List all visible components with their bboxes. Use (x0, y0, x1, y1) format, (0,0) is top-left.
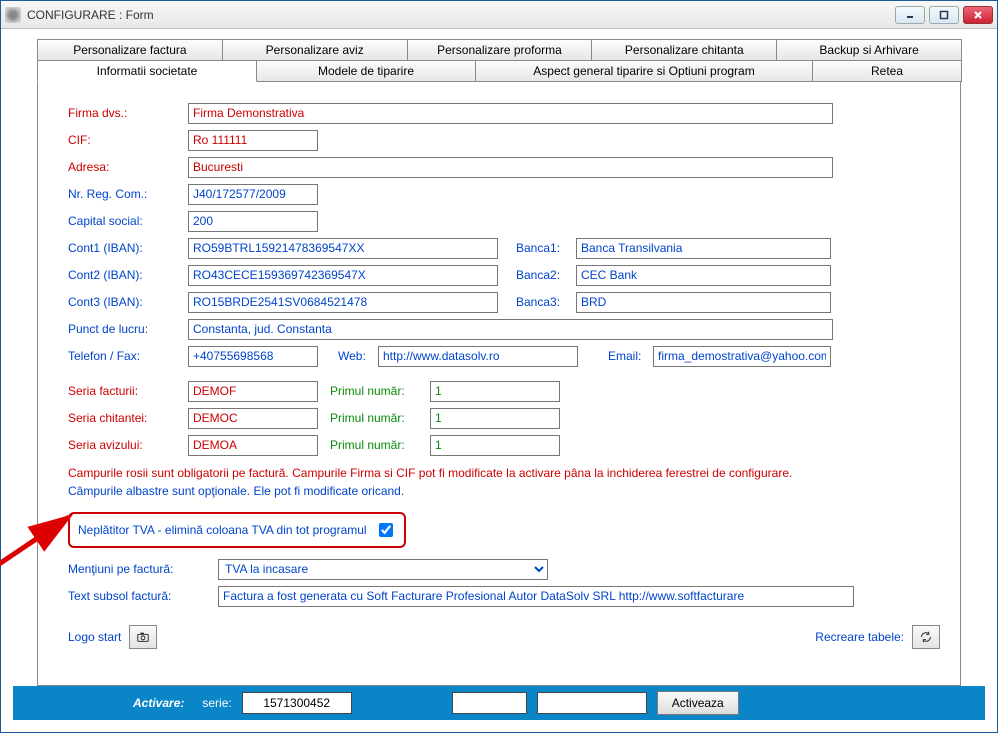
tel-label: Telefon / Fax: (68, 349, 188, 363)
banca3-label: Banca3: (516, 295, 576, 309)
recreare-tabele-label: Recreare tabele: (815, 630, 904, 644)
serie-label: serie: (202, 696, 231, 710)
tel-input[interactable] (188, 346, 318, 367)
activation-field-2[interactable] (537, 692, 647, 714)
tab-aspect-general[interactable]: Aspect general tiparire si Optiuni progr… (475, 60, 813, 82)
subsol-label: Text subsol factură: (68, 589, 218, 603)
email-label: Email: (608, 349, 653, 363)
serie-input[interactable] (242, 692, 352, 714)
seria-chitantei-label: Seria chitantei: (68, 411, 188, 425)
nrreg-label: Nr. Reg. Com.: (68, 187, 188, 201)
logo-start-button[interactable] (129, 625, 157, 649)
tab-personalizare-aviz[interactable]: Personalizare aviz (222, 39, 408, 61)
tab-container: Personalizare factura Personalizare aviz… (37, 39, 961, 82)
primul-numar-f-label: Primul număr: (330, 384, 430, 398)
capsoc-input[interactable] (188, 211, 318, 232)
cont3-label: Cont3 (IBAN): (68, 295, 188, 309)
primul-numar-a-input[interactable] (430, 435, 560, 456)
primul-numar-c-input[interactable] (430, 408, 560, 429)
tab-backup-arhivare[interactable]: Backup si Arhivare (776, 39, 962, 61)
punct-input[interactable] (188, 319, 833, 340)
banca1-input[interactable] (576, 238, 831, 259)
config-window: CONFIGURARE : Form Personalizare factura… (0, 0, 998, 733)
cont3-input[interactable] (188, 292, 498, 313)
activare-label: Activare: (133, 696, 184, 710)
banca2-input[interactable] (576, 265, 831, 286)
web-label: Web: (338, 349, 378, 363)
banca2-label: Banca2: (516, 268, 576, 282)
primul-numar-f-input[interactable] (430, 381, 560, 402)
activation-field-1[interactable] (452, 692, 527, 714)
firma-input[interactable] (188, 103, 833, 124)
seria-avizului-input[interactable] (188, 435, 318, 456)
recreare-tabele-button[interactable] (912, 625, 940, 649)
adresa-label: Adresa: (68, 160, 188, 174)
tva-checkbox[interactable] (379, 523, 393, 537)
firma-label: Firma dvs.: (68, 106, 188, 120)
tab-personalizare-factura[interactable]: Personalizare factura (37, 39, 223, 61)
maximize-button[interactable] (929, 6, 959, 24)
tva-checkbox-label: Neplătitor TVA - elimină coloana TVA din… (78, 523, 367, 537)
app-icon (5, 7, 21, 23)
logo-start-label: Logo start (68, 630, 121, 644)
email-input[interactable] (653, 346, 831, 367)
cont2-input[interactable] (188, 265, 498, 286)
camera-icon (136, 630, 150, 644)
banca1-label: Banca1: (516, 241, 576, 255)
refresh-icon (919, 630, 933, 644)
tab-personalizare-proforma[interactable]: Personalizare proforma (407, 39, 593, 61)
activation-bar: Activare: serie: Activeaza (13, 686, 985, 720)
tab-personalizare-chitanta[interactable]: Personalizare chitanta (591, 39, 777, 61)
form-panel: Firma dvs.: CIF: Adresa: Nr. Reg. Com.: … (37, 82, 961, 686)
tab-informatii-societate[interactable]: Informatii societate (37, 60, 257, 82)
tab-retea[interactable]: Retea (812, 60, 962, 82)
close-button[interactable] (963, 6, 993, 24)
cont1-label: Cont1 (IBAN): (68, 241, 188, 255)
seria-chitantei-input[interactable] (188, 408, 318, 429)
tva-highlight-box: Neplătitor TVA - elimină coloana TVA din… (68, 512, 406, 548)
titlebar: CONFIGURARE : Form (1, 1, 997, 29)
cif-label: CIF: (68, 133, 188, 147)
tab-modele-tiparire[interactable]: Modele de tiparire (256, 60, 476, 82)
nrreg-input[interactable] (188, 184, 318, 205)
seria-facturii-input[interactable] (188, 381, 318, 402)
banca3-input[interactable] (576, 292, 831, 313)
seria-avizului-label: Seria avizului: (68, 438, 188, 452)
primul-numar-a-label: Primul număr: (330, 438, 430, 452)
primul-numar-c-label: Primul număr: (330, 411, 430, 425)
cif-input[interactable] (188, 130, 318, 151)
activeaza-button[interactable]: Activeaza (657, 691, 739, 715)
subsol-input[interactable] (218, 586, 854, 607)
mentiuni-label: Menţiuni pe factură: (68, 562, 218, 576)
punct-label: Punct de lucru: (68, 322, 188, 336)
note-optional: Câmpurile albastre sunt opţionale. Ele p… (68, 484, 940, 498)
mentiuni-select[interactable]: TVA la incasare (218, 559, 548, 580)
cont1-input[interactable] (188, 238, 498, 259)
web-input[interactable] (378, 346, 578, 367)
note-required: Campurile rosii sunt obligatorii pe fact… (68, 466, 940, 480)
minimize-button[interactable] (895, 6, 925, 24)
capsoc-label: Capital social: (68, 214, 188, 228)
window-title: CONFIGURARE : Form (27, 8, 895, 22)
adresa-input[interactable] (188, 157, 833, 178)
seria-facturii-label: Seria facturii: (68, 384, 188, 398)
cont2-label: Cont2 (IBAN): (68, 268, 188, 282)
